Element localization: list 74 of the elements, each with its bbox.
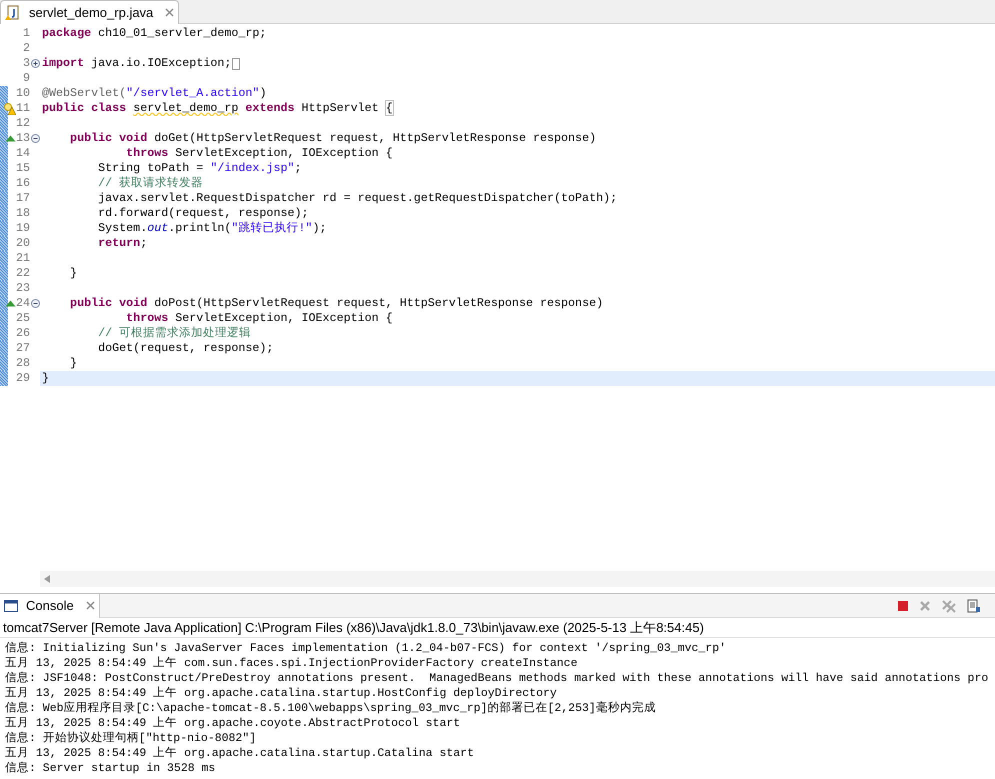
tab-title: servlet_demo_rp.java xyxy=(28,4,154,22)
line-number: 17 xyxy=(16,190,30,207)
line-number: 2 xyxy=(22,40,30,57)
code-line: } xyxy=(69,264,78,282)
line-number: 11 xyxy=(16,100,30,117)
console-line: 五月 13, 2025 8:54:49 上午 org.apache.coyote.AbstractProtocol start xyxy=(5,716,460,731)
line-number: 20 xyxy=(16,234,30,252)
line-number: 10 xyxy=(16,84,30,102)
stop-icon[interactable] xyxy=(897,600,909,612)
horizontal-scrollbar[interactable] xyxy=(40,571,995,587)
line-number: 22 xyxy=(16,264,30,282)
console-line: 五月 13, 2025 8:54:49 上午 com.sun.faces.spi.InjectionProviderFactory createInstance xyxy=(5,656,578,671)
console-line: 信息: Web应用程序目录[C:\apache-tomcat-8.5.100\webapps\spring_03_mvc_rp]的部署已在[2,253]毫秒内完成 xyxy=(5,701,656,716)
line-number: 23 xyxy=(16,280,30,297)
console-line: 五月 13, 2025 8:54:49 上午 org.apache.catalina.startup.Catalina start xyxy=(5,746,474,761)
console-line: 信息: Initializing Sun's JavaServer Faces implementation (1.2_04-b07-FCS) for context '/spring_03_mvc_rp' xyxy=(5,641,726,656)
folded-code-marker[interactable] xyxy=(232,58,240,70)
code-line: public void doGet(HttpServletRequest request, HttpServletResponse response) xyxy=(69,130,596,147)
close-icon[interactable] xyxy=(165,8,174,17)
line-number: 16 xyxy=(16,174,30,192)
remove-icon[interactable] xyxy=(919,600,931,612)
line-number: 18 xyxy=(16,204,30,222)
line-number: 25 xyxy=(16,310,30,327)
line-number: 24 xyxy=(16,294,30,312)
code-line: doGet(request, response); xyxy=(97,340,274,357)
code-line: // 获取请求转发器 xyxy=(97,174,204,192)
scroll-left-icon[interactable] xyxy=(44,575,50,583)
code-line: System.out.println("跳转已执行!"); xyxy=(97,220,326,237)
collapse-icon[interactable] xyxy=(30,134,40,143)
line-number: 1 xyxy=(22,24,30,42)
line-number: 19 xyxy=(16,220,30,237)
line-number: 14 xyxy=(16,144,30,162)
process-label: tomcat7Server [Remote Java Application] C:\Program Files (x86)\Java\jdk1.8.0_73\bin\javaw.exe (2025-5-13 上午8:54:45) xyxy=(0,618,995,638)
triangle-icon xyxy=(4,135,16,142)
code-line: javax.servlet.RequestDispatcher rd = request.getRequestDispatcher(toPath); xyxy=(97,190,618,207)
line-number: 13 xyxy=(16,130,30,147)
console-line: 信息: Server startup in 3528 ms xyxy=(5,761,216,776)
console-line: 信息: JSF1048: PostConstruct/PreDestroy annotations present. ManagedBeans methods marked with these annotations will have said annotations pro xyxy=(5,671,988,686)
code-line: } xyxy=(42,370,50,387)
java-file-icon xyxy=(5,4,21,20)
line-number: 29 xyxy=(16,370,30,387)
code-line: rd.forward(request, response); xyxy=(97,204,309,222)
line-number: 9 xyxy=(22,70,30,87)
close-icon[interactable] xyxy=(86,601,95,610)
expand-icon[interactable] xyxy=(30,59,40,68)
line-number: 15 xyxy=(16,160,30,177)
code-line: throws ServletException, IOException { xyxy=(125,310,393,326)
code-line: @WebServlet("/servlet_A.action") xyxy=(42,84,266,102)
code-line: package ch10_01_servler_demo_rp; xyxy=(42,24,266,42)
remove-all-icon[interactable] xyxy=(941,598,957,612)
console-icon xyxy=(4,600,18,612)
code-line: return; xyxy=(97,234,148,252)
console-line: 五月 13, 2025 8:54:49 上午 org.apache.catalina.startup.HostConfig deployDirectory xyxy=(5,686,557,701)
code-line: public class servlet_demo_rp extends HttpServlet { xyxy=(42,100,393,117)
code-line: } xyxy=(69,354,78,372)
line-number: 3 xyxy=(22,54,30,72)
code-line: throws ServletException, IOException { xyxy=(125,144,393,162)
code-line: public void doPost(HttpServletRequest request, HttpServletResponse response) xyxy=(69,294,604,312)
console-tab[interactable]: Console xyxy=(0,594,100,618)
line-number: 21 xyxy=(16,250,30,267)
warning-icon xyxy=(4,102,16,114)
console-title: Console xyxy=(25,596,75,615)
line-number: 28 xyxy=(16,354,30,372)
document-icon[interactable] xyxy=(967,598,981,612)
line-number: 26 xyxy=(16,324,30,342)
console-line: 信息: 开始协议处理句柄["http-nio-8082"] xyxy=(5,731,256,746)
line-number: 12 xyxy=(16,114,30,132)
triangle-icon xyxy=(4,300,16,307)
editor-tab[interactable]: servlet_demo_rp.java xyxy=(0,0,180,24)
line-number: 27 xyxy=(16,340,30,357)
code-line: // 可根据需求添加处理逻辑 xyxy=(97,324,252,342)
collapse-icon[interactable] xyxy=(30,299,40,308)
code-line: import java.io.IOException; xyxy=(42,54,232,72)
code-line: String toPath = "/index.jsp"; xyxy=(97,160,302,176)
